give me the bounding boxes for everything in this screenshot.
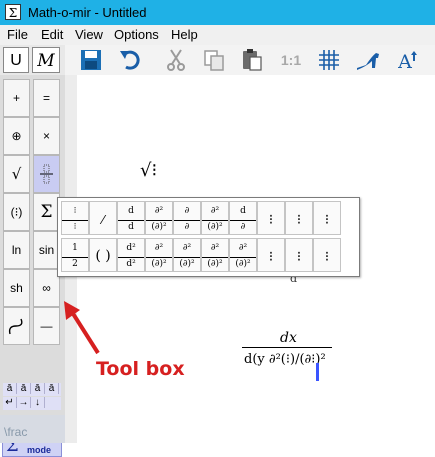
partial-sq-option-2[interactable]: ∂² (∂)² — [201, 201, 229, 235]
mode-toolbar: U M — [0, 45, 65, 75]
binomial-option[interactable]: ( ) — [89, 238, 117, 272]
d-partial-option[interactable]: d ∂ — [229, 201, 257, 235]
annotation-arrow-icon — [64, 301, 100, 355]
denominator: d(y ∂²(⁝)/(∂⁝)² — [244, 352, 326, 367]
partial-sq-option-5[interactable]: ∂² (∂)² — [201, 238, 229, 272]
sum-tool[interactable]: Σ — [33, 193, 60, 231]
sinh-tool[interactable]: sh — [3, 269, 30, 307]
arrow-row: ↵ → ↓ — [3, 397, 61, 410]
frac-small-option[interactable]: ⁝ ⁝ — [61, 201, 89, 235]
high-heel-icon[interactable] — [354, 48, 382, 72]
sqrt-tool[interactable]: √ — [3, 155, 30, 193]
menu-options[interactable]: Options — [114, 27, 159, 42]
enter-arrow[interactable]: ↵ — [3, 397, 17, 408]
infinity-tool[interactable]: ∞ — [33, 269, 60, 307]
sin-tool[interactable]: sin — [33, 231, 60, 269]
ln-tool[interactable]: ln — [3, 231, 30, 269]
menu-view[interactable]: View — [75, 27, 103, 42]
undo-icon[interactable] — [116, 48, 144, 72]
partial-sq-option-3[interactable]: ∂² (∂)² — [145, 238, 173, 272]
save-icon[interactable] — [77, 48, 105, 72]
accent-row: āāāā — [3, 383, 61, 396]
bracket-option-2[interactable]: ⁝ — [285, 201, 313, 235]
window-title: Math-o-mir - Untitled — [28, 5, 147, 20]
grid-icon[interactable] — [315, 48, 343, 72]
title-bar: Σ Math-o-mir - Untitled — [0, 0, 435, 25]
frac-half-option[interactable]: 12 — [61, 238, 89, 272]
line-tool[interactable]: — — [33, 307, 60, 345]
down-arrow[interactable]: ↓ — [31, 397, 45, 408]
vbar-option-1[interactable]: ⁝ — [257, 238, 285, 272]
vbar-option-3[interactable]: ⁝ — [313, 238, 341, 272]
bracket-option-3[interactable]: ⁝ — [313, 201, 341, 235]
dd-sq-option[interactable]: d² d² — [117, 238, 145, 272]
app-icon: Σ — [5, 4, 21, 20]
toolbox-sidebar: + = ⊕ × √ (⁝) Σ ln sin sh ∞ — Σ Mathmode… — [0, 75, 65, 457]
text-mode-button[interactable]: U — [3, 47, 29, 73]
status-command: \frac — [4, 425, 28, 439]
tool-box-annotation: Tool box — [96, 358, 185, 380]
bracket-option-1[interactable]: ⁝ — [257, 201, 285, 235]
accent-4[interactable]: ā — [45, 383, 59, 394]
partial-option-1[interactable]: ∂ ∂ — [173, 201, 201, 235]
menu-file[interactable]: File — [7, 27, 28, 42]
numerator: dx — [280, 330, 297, 346]
partial-sq-option-6[interactable]: ∂² (∂)² — [229, 238, 257, 272]
menu-bar: File Edit View Options Help — [0, 25, 435, 45]
right-arrow[interactable]: → — [17, 397, 31, 408]
slash-frac-option[interactable]: ⁄ — [89, 201, 117, 235]
partial-sq-option-1[interactable]: ∂² (∂)² — [145, 201, 173, 235]
ratio-1-1-button[interactable]: 1:1 — [277, 48, 305, 72]
equals-tool[interactable]: = — [33, 79, 60, 117]
menu-help[interactable]: Help — [171, 27, 198, 42]
ddx-option[interactable]: dd — [117, 201, 145, 235]
accent-2[interactable]: ā — [17, 383, 31, 394]
svg-text:A: A — [397, 51, 412, 72]
times-tool[interactable]: × — [33, 117, 60, 155]
sqrt-expression[interactable]: √⁝ — [140, 160, 157, 181]
svg-text:1:1: 1:1 — [281, 52, 301, 68]
cut-icon[interactable] — [162, 48, 190, 72]
paste-icon[interactable] — [238, 48, 266, 72]
font-size-icon[interactable]: A — [393, 48, 421, 72]
parentheses-tool[interactable]: (⁝) — [3, 193, 30, 231]
main-toolbar: 1:1 A — [65, 45, 435, 76]
accent-1[interactable]: ā — [3, 383, 17, 394]
accent-3[interactable]: ā — [31, 383, 45, 394]
math-mode-button[interactable]: M — [32, 47, 60, 73]
oplus-tool[interactable]: ⊕ — [3, 117, 30, 155]
text-cursor — [316, 363, 319, 381]
fraction-palette-popup: ⁝ ⁝ ⁄ dd ∂² (∂)² ∂ ∂ ∂² (∂)² d ∂ ⁝ ⁝ ⁝ 12 ( )… — [57, 197, 360, 277]
fraction-tool[interactable] — [33, 155, 60, 193]
status-area: \frac — [0, 415, 65, 443]
menu-edit[interactable]: Edit — [41, 27, 63, 42]
draw-tool[interactable] — [3, 307, 30, 345]
fraction-bar — [242, 347, 332, 348]
plus-tool[interactable]: + — [3, 79, 30, 117]
fraction-tool-icon — [40, 164, 53, 184]
copy-icon[interactable] — [200, 48, 228, 72]
vbar-option-2[interactable]: ⁝ — [285, 238, 313, 272]
squiggle-icon — [8, 318, 23, 335]
partial-sq-option-4[interactable]: ∂² (∂)² — [173, 238, 201, 272]
